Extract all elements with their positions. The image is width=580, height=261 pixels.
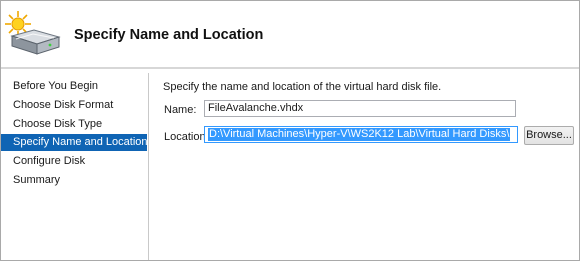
sidebar-item-configure-disk[interactable]: Configure Disk	[1, 153, 147, 170]
sidebar-item-summary[interactable]: Summary	[1, 172, 147, 189]
sidebar-item-choose-disk-format[interactable]: Choose Disk Format	[1, 97, 147, 114]
sidebar-item-choose-disk-type[interactable]: Choose Disk Type	[1, 116, 147, 133]
wizard-header: Specify Name and Location	[1, 1, 579, 67]
name-input-value: FileAvalanche.vhdx	[208, 102, 304, 114]
wizard-steps-sidebar: Before You Begin Choose Disk Format Choo…	[1, 69, 148, 260]
instruction-text: Specify the name and location of the vir…	[163, 81, 442, 93]
name-input[interactable]: FileAvalanche.vhdx	[204, 100, 516, 117]
location-input-value: D:\Virtual Machines\Hyper-V\WS2K12 Lab\V…	[208, 128, 511, 141]
browse-button[interactable]: Browse...	[524, 126, 574, 145]
location-input[interactable]: D:\Virtual Machines\Hyper-V\WS2K12 Lab\V…	[204, 126, 518, 143]
sidebar-item-before-you-begin[interactable]: Before You Begin	[1, 78, 147, 95]
location-label: Location:	[164, 131, 209, 143]
sidebar-item-specify-name-and-location[interactable]: Specify Name and Location	[1, 134, 148, 151]
hard-disk-new-icon	[5, 11, 61, 55]
main-panel: Specify the name and location of the vir…	[149, 69, 579, 260]
wizard-window: Specify Name and Location Before You Beg…	[0, 0, 580, 261]
name-label: Name:	[164, 104, 197, 116]
page-title: Specify Name and Location	[74, 27, 264, 43]
